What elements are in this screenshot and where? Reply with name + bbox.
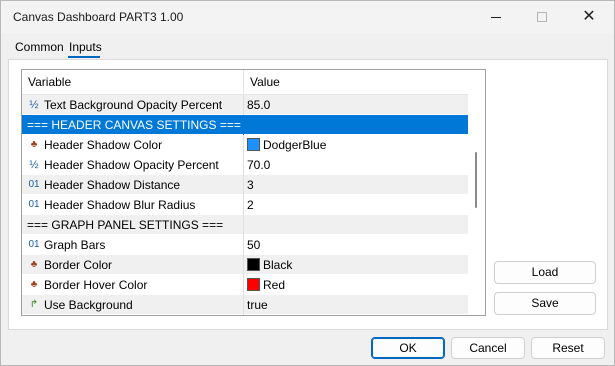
minimize-button[interactable] (473, 1, 519, 33)
window-title: Canvas Dashboard PART3 1.00 (13, 10, 184, 24)
value-text: Black (263, 258, 293, 272)
color-swatch (247, 278, 260, 291)
table-row[interactable]: ♣ Border Hover Color Red (22, 275, 468, 295)
value-text: 70.0 (247, 158, 271, 172)
reset-button[interactable]: Reset (531, 337, 605, 359)
inputs-panel: Variable Value ½ Text Background Opacity … (8, 59, 608, 330)
value-cell[interactable]: DodgerBlue (244, 135, 468, 155)
table-row[interactable]: ½ Text Background Opacity Percent 85.0 (22, 95, 468, 115)
integer-icon: 01 (28, 179, 40, 190)
variable-name: Header Shadow Color (44, 138, 163, 152)
value-text: 3 (247, 178, 254, 192)
variable-name: Graph Bars (44, 238, 106, 252)
table-row[interactable]: ♣ Border Color Black (22, 255, 468, 275)
title-bar[interactable]: Canvas Dashboard PART3 1.00 ✕ (1, 1, 614, 33)
close-button[interactable]: ✕ (566, 1, 612, 33)
value-text: Red (263, 278, 286, 292)
column-header-value[interactable]: Value (244, 70, 468, 95)
vertical-scrollbar[interactable] (468, 70, 485, 315)
variable-name: Header Shadow Blur Radius (44, 198, 196, 212)
table-row[interactable]: ♣ Header Shadow Color DodgerBlue (22, 135, 468, 155)
value-text: true (247, 298, 268, 312)
save-button[interactable]: Save (494, 292, 596, 315)
color-icon: ♣ (30, 279, 38, 290)
variable-name: === HEADER CANVAS SETTINGS === (27, 118, 241, 132)
inputs-table: Variable Value ½ Text Background Opacity … (21, 69, 486, 316)
table-row[interactable]: 01 Graph Bars 50 (22, 235, 468, 255)
variable-cell[interactable]: === HEADER CANVAS SETTINGS === (22, 115, 244, 135)
table-row[interactable]: ½ Header Shadow Opacity Percent 70.0 (22, 155, 468, 175)
variable-cell[interactable]: ↱ Use Background (22, 295, 244, 315)
variable-name: === GRAPH PANEL SETTINGS === (27, 218, 224, 232)
variable-name: Header Shadow Opacity Percent (44, 158, 219, 172)
dialog-window: Canvas Dashboard PART3 1.00 ✕ Common Inp… (0, 0, 615, 366)
column-header-variable[interactable]: Variable (22, 70, 244, 95)
tab-inputs[interactable]: Inputs (69, 40, 102, 54)
value-cell[interactable]: 70.0 (244, 155, 468, 175)
value-cell[interactable]: 85.0 (244, 95, 468, 115)
table-body: ½ Text Background Opacity Percent 85.0 === … (22, 95, 468, 315)
ok-button[interactable]: OK (371, 337, 445, 359)
integer-icon: 01 (28, 239, 40, 250)
variable-cell[interactable]: ♣ Border Hover Color (22, 275, 244, 295)
variable-name: Header Shadow Distance (44, 178, 181, 192)
variable-cell[interactable]: ♣ Header Shadow Color (22, 135, 244, 155)
maximize-button (519, 1, 565, 33)
value-text: 85.0 (247, 98, 271, 112)
variable-cell[interactable]: ½ Text Background Opacity Percent (22, 95, 244, 115)
variable-cell[interactable]: 01 Header Shadow Distance (22, 175, 244, 195)
variable-name: Border Hover Color (44, 278, 148, 292)
table-row[interactable]: === GRAPH PANEL SETTINGS === (22, 215, 468, 235)
tab-common[interactable]: Common (15, 40, 64, 54)
color-swatch (247, 258, 260, 271)
variable-name: Use Background (44, 298, 133, 312)
value-cell[interactable]: Red (244, 275, 468, 295)
variable-name: Border Color (44, 258, 113, 272)
close-icon: ✕ (582, 8, 596, 25)
table-header: Variable Value (22, 70, 468, 95)
color-swatch (247, 138, 260, 151)
value-cell[interactable] (244, 115, 468, 135)
active-tab-indicator (68, 56, 100, 58)
variable-cell[interactable]: ♣ Border Color (22, 255, 244, 275)
half-icon: ½ (29, 159, 39, 171)
variable-name: Text Background Opacity Percent (44, 98, 223, 112)
value-text: 2 (247, 198, 254, 212)
bool-icon: ↱ (29, 299, 39, 310)
value-cell[interactable]: 2 (244, 195, 468, 215)
cancel-button[interactable]: Cancel (451, 337, 525, 359)
variable-cell[interactable]: === GRAPH PANEL SETTINGS === (22, 215, 244, 235)
maximize-icon (537, 12, 547, 22)
value-cell[interactable]: Black (244, 255, 468, 275)
value-cell[interactable]: true (244, 295, 468, 315)
color-icon: ♣ (30, 259, 38, 270)
table-row[interactable]: ↱ Use Background true (22, 295, 468, 315)
variable-cell[interactable]: 01 Graph Bars (22, 235, 244, 255)
integer-icon: 01 (28, 199, 40, 210)
half-icon: ½ (29, 99, 39, 111)
tab-bar: Common Inputs (8, 37, 608, 59)
value-text: 50 (247, 238, 261, 252)
variable-cell[interactable]: ½ Header Shadow Opacity Percent (22, 155, 244, 175)
value-cell[interactable] (244, 215, 468, 235)
value-text: DodgerBlue (263, 138, 327, 152)
table-row[interactable]: 01 Header Shadow Distance 3 (22, 175, 468, 195)
value-cell[interactable]: 3 (244, 175, 468, 195)
minimize-icon (491, 16, 501, 18)
variable-cell[interactable]: 01 Header Shadow Blur Radius (22, 195, 244, 215)
table-row[interactable]: === HEADER CANVAS SETTINGS === (22, 115, 468, 135)
table-row[interactable]: 01 Header Shadow Blur Radius 2 (22, 195, 468, 215)
color-icon: ♣ (30, 139, 38, 150)
scrollbar-thumb[interactable] (475, 152, 477, 208)
load-button[interactable]: Load (494, 261, 596, 284)
value-cell[interactable]: 50 (244, 235, 468, 255)
